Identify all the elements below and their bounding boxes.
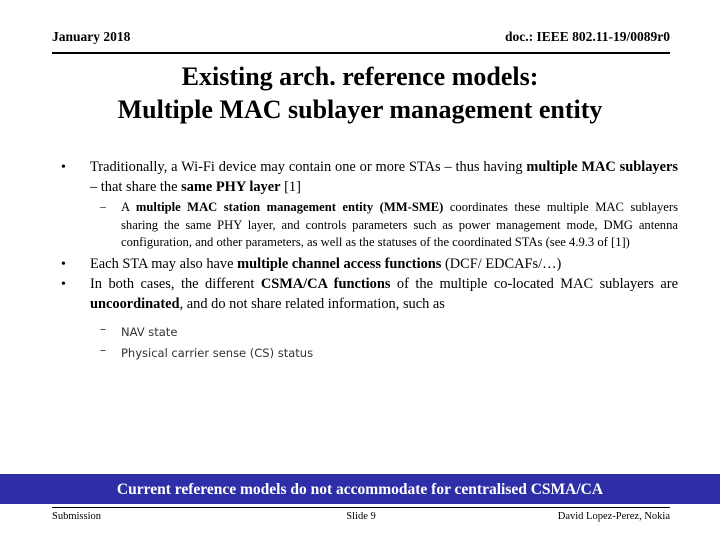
header-date: January 2018 [52, 29, 131, 44]
sub-bullet-3-text: Physical carrier sense (CS) status [121, 346, 314, 360]
bullet-list: • Traditionally, a Wi-Fi device may conta… [52, 158, 678, 364]
sub-bullet-list-2: – NAV state – Physical carrier sense (CS) … [98, 322, 678, 364]
bullet-3-part-3: , and do not share related information, … [179, 295, 445, 312]
bullet-3-bold-2: uncoordinated [90, 295, 180, 312]
bullet-3-part-2: of the multiple co-located MAC sublayers… [390, 276, 678, 292]
slide-header: January 2018 doc.: IEEE 802.11-19/0089r0 [52, 28, 670, 54]
list-item: – Physical carrier sense (CS) status [98, 343, 678, 364]
bullet-1-bold-1: multiple MAC sublayers [526, 159, 678, 175]
sub-bullet-1-bold-1: multiple MAC station management entity (… [135, 200, 444, 214]
sub-bullet-marker-icon: – [100, 199, 106, 213]
highlight-banner-text: Current reference models do not accommod… [116, 480, 604, 498]
sub-bullet-marker-icon: – [100, 322, 106, 336]
highlight-banner: Current reference models do not accommod… [0, 474, 720, 504]
bullet-1-part-2: – that share the [90, 178, 182, 195]
list-item: • Traditionally, a Wi-Fi device may conta… [52, 158, 678, 197]
slide-title-line-2: Multiple MAC sublayer management entity [117, 95, 603, 124]
bullet-1-bold-2: same PHY layer [181, 178, 281, 195]
list-item: – A multiple MAC station management entit… [98, 199, 678, 252]
bullet-marker-icon: • [61, 160, 66, 175]
slide-title-line-1: Existing arch. reference models: [181, 62, 539, 91]
bullet-marker-icon: • [61, 256, 66, 272]
list-item: • Each STA may also have multiple channel… [52, 255, 678, 275]
bullet-marker-icon: • [61, 277, 66, 292]
bullet-1-part-3: [1] [280, 178, 301, 195]
list-item: – NAV state [98, 322, 678, 343]
bullet-1-part-1: Traditionally, a Wi-Fi device may contai… [90, 159, 527, 175]
bullet-3-bold-1: CSMA/CA functions [260, 276, 391, 292]
slide-body: • Traditionally, a Wi-Fi device may conta… [52, 158, 678, 367]
bullet-3-part-1: In both cases, the different [90, 276, 261, 292]
slide-footer: Submission Slide 9 David Lopez-Perez, No… [52, 507, 670, 524]
slide-title: Existing arch. reference models: Multipl… [28, 60, 692, 126]
bullet-2-bold-1: multiple channel access functions [237, 255, 442, 272]
bullet-2-part-2: (DCF/ EDCAFs/…) [441, 255, 562, 272]
sub-bullet-marker-icon: – [100, 343, 106, 357]
sub-bullet-1-part-1: A [121, 200, 136, 214]
sub-bullet-2-text: NAV state [121, 325, 178, 339]
list-item: • In both cases, the different CSMA/CA fu… [52, 275, 678, 314]
sub-bullet-list-1: – A multiple MAC station management entit… [98, 199, 678, 252]
footer-author: David Lopez-Perez, Nokia [557, 511, 670, 522]
bullet-2-part-1: Each STA may also have [90, 255, 238, 272]
footer-submission-label: Submission [52, 511, 102, 522]
header-document-id: doc.: IEEE 802.11-19/0089r0 [504, 29, 670, 44]
